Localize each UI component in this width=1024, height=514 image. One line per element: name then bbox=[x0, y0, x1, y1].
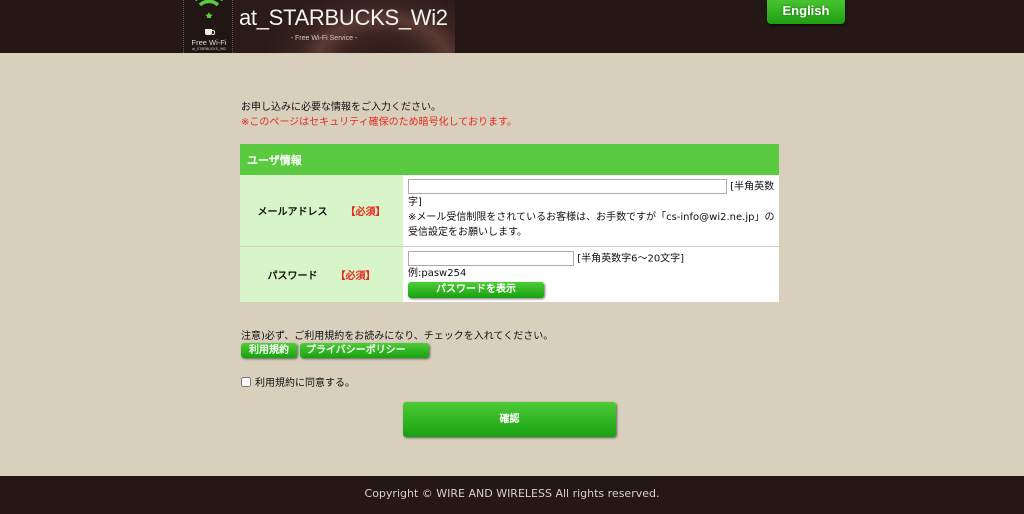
document-buttons: 利用規約 プライバシーポリシー bbox=[241, 343, 432, 358]
intro-instruction: お申し込みに必要な情報をご入力ください。 bbox=[241, 102, 441, 113]
brand-title: at_STARBUCKS_Wi2 bbox=[239, 5, 448, 30]
terms-notice: 注意)必ず、ご利用規約をお読みになり、チェックを入れてください。 bbox=[241, 331, 554, 342]
wifi-icon bbox=[195, 0, 223, 18]
email-value-cell: [半角英数字] ※メール受信制限をされているお客様は、お手数ですが「cs-inf… bbox=[403, 175, 779, 247]
agree-terms[interactable]: 利用規約に同意する。 bbox=[241, 374, 355, 389]
privacy-policy-button[interactable]: プライバシーポリシー bbox=[300, 343, 429, 358]
wifi-sublabel: at_STARBUCKS_Wi2 bbox=[192, 47, 226, 51]
agree-terms-checkbox[interactable] bbox=[241, 376, 251, 387]
email-label: メールアドレス bbox=[257, 206, 328, 218]
password-value-cell: [半角英数字6〜20文字] 例:pasw254 パスワードを表示 bbox=[403, 246, 779, 302]
email-note: ※メール受信制限をされているお客様は、お手数ですが「cs-info@wi2.ne… bbox=[408, 211, 775, 238]
brand-subtitle: - Free Wi-Fi Service - bbox=[290, 35, 358, 42]
password-label: パスワード bbox=[267, 270, 318, 282]
site-footer: Copyright © WIRE AND WIRELESS All rights… bbox=[0, 476, 1024, 514]
agree-terms-label: 利用規約に同意する。 bbox=[255, 378, 355, 389]
wifi-label: Free Wi-Fi bbox=[191, 38, 227, 47]
email-label-cell: メールアドレス 【必須】 bbox=[240, 175, 403, 247]
copyright-text: Copyright © WIRE AND WIRELESS All rights… bbox=[364, 487, 660, 500]
english-button[interactable]: English bbox=[767, 0, 845, 24]
site-header: Free Wi-Fi at_STARBUCKS_Wi2 at_STARBUCKS… bbox=[0, 0, 1024, 53]
required-badge: 【必須】 bbox=[345, 206, 386, 218]
security-note: ※このページはセキュリティ確保のため暗号化しております。 bbox=[241, 117, 517, 128]
password-hint: [半角英数字6〜20文字] bbox=[577, 253, 685, 264]
logo-banner: Free Wi-Fi at_STARBUCKS_Wi2 at_STARBUCKS… bbox=[183, 0, 455, 53]
required-badge: 【必須】 bbox=[335, 270, 376, 282]
password-example: 例:pasw254 bbox=[408, 268, 467, 279]
email-row: メールアドレス 【必須】 [半角英数字] ※メール受信制限をされているお客様は、お… bbox=[240, 175, 779, 247]
coffee-cup-icon bbox=[205, 29, 215, 35]
section-title: ユーザ情報 bbox=[240, 144, 779, 175]
email-input[interactable] bbox=[408, 179, 727, 194]
password-row: パスワード 【必須】 [半角英数字6〜20文字] 例:pasw254 パスワードを… bbox=[240, 246, 779, 302]
password-label-cell: パスワード 【必須】 bbox=[240, 246, 403, 302]
show-password-button[interactable]: パスワードを表示 bbox=[408, 282, 544, 298]
password-input[interactable] bbox=[408, 250, 574, 266]
free-wifi-logo: Free Wi-Fi at_STARBUCKS_Wi2 bbox=[183, 0, 233, 53]
confirm-button[interactable]: 確認 bbox=[403, 402, 616, 437]
intro-text: お申し込みに必要な情報をご入力ください。 ※このページはセキュリティ確保のため暗… bbox=[241, 100, 517, 130]
terms-of-use-button[interactable]: 利用規約 bbox=[241, 343, 297, 358]
user-info-form: ユーザ情報 メールアドレス 【必須】 [半角英数字] ※メール受信制限をされている… bbox=[240, 144, 779, 302]
